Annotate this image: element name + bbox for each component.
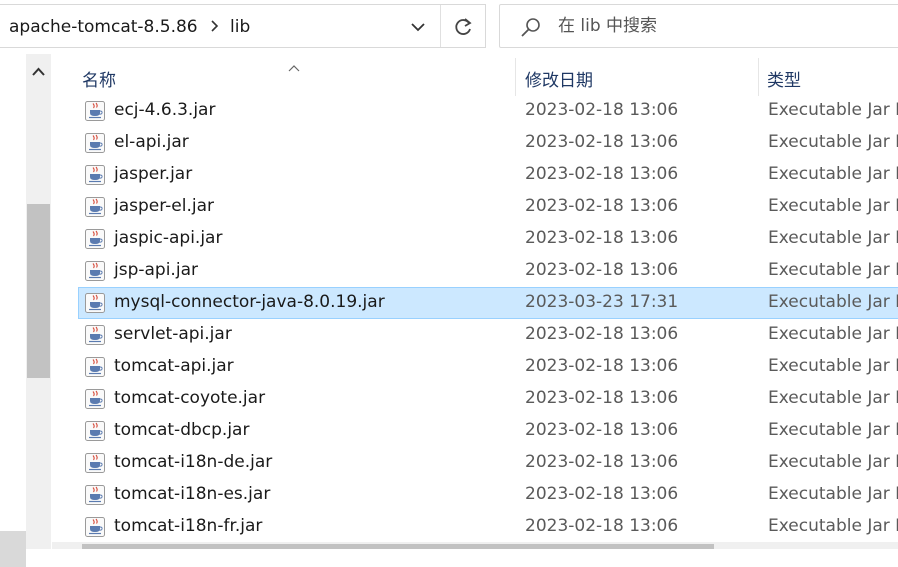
file-type: Executable Jar I: [768, 484, 898, 504]
file-name: tomcat-i18n-fr.jar: [114, 516, 263, 536]
java-jar-file-icon: [84, 516, 106, 538]
file-row[interactable]: ecj-4.6.3.jar 2023-02-18 13:06 Executabl…: [78, 95, 898, 127]
search-input[interactable]: [558, 5, 888, 47]
file-date: 2023-02-18 13:06: [525, 324, 679, 344]
java-jar-file-icon: [84, 164, 106, 186]
file-name: jaspic-api.jar: [114, 228, 223, 248]
file-row[interactable]: tomcat-i18n-de.jar 2023-02-18 13:06 Exec…: [78, 447, 898, 479]
file-date: 2023-02-18 13:06: [525, 164, 679, 184]
file-type: Executable Jar I: [768, 260, 898, 280]
java-jar-file-icon: [84, 324, 106, 346]
file-type: Executable Jar I: [768, 452, 898, 472]
file-type: Executable Jar I: [768, 324, 898, 344]
file-name: jsp-api.jar: [114, 260, 198, 280]
file-row[interactable]: tomcat-coyote.jar 2023-02-18 13:06 Execu…: [78, 383, 898, 415]
file-date: 2023-02-18 13:06: [525, 228, 679, 248]
file-row-selected[interactable]: mysql-connector-java-8.0.19.jar 2023-03-…: [78, 287, 898, 319]
java-jar-file-icon: [84, 132, 106, 154]
java-jar-file-icon: [84, 292, 106, 314]
file-type: Executable Jar I: [768, 388, 898, 408]
file-type: Executable Jar I: [768, 164, 898, 184]
file-name: jasper-el.jar: [114, 196, 214, 216]
file-type: Executable Jar I: [768, 196, 898, 216]
file-row[interactable]: jaspic-api.jar 2023-02-18 13:06 Executab…: [78, 223, 898, 255]
file-row[interactable]: servlet-api.jar 2023-02-18 13:06 Executa…: [78, 319, 898, 351]
file-name: tomcat-dbcp.jar: [114, 420, 250, 440]
file-date: 2023-02-18 13:06: [525, 420, 679, 440]
address-bar-divider: [440, 5, 441, 47]
column-headers: 名称 修改日期 类型: [52, 54, 898, 98]
java-jar-file-icon: [84, 484, 106, 506]
navigation-pane[interactable]: [0, 54, 26, 567]
file-name: tomcat-coyote.jar: [114, 388, 266, 408]
vertical-scrollbar-thumb[interactable]: [27, 204, 50, 378]
column-header-date[interactable]: 修改日期: [525, 66, 593, 91]
address-bar[interactable]: apache-tomcat-8.5.86 lib: [0, 4, 486, 48]
file-type: Executable Jar I: [768, 132, 898, 152]
file-date: 2023-02-18 13:06: [525, 260, 679, 280]
file-date: 2023-02-18 13:06: [525, 388, 679, 408]
chevron-right-icon[interactable]: [210, 18, 220, 38]
file-row[interactable]: tomcat-dbcp.jar 2023-02-18 13:06 Executa…: [78, 415, 898, 447]
file-row[interactable]: jasper-el.jar 2023-02-18 13:06 Executabl…: [78, 191, 898, 223]
file-type: Executable Jar I: [768, 516, 898, 536]
search-box[interactable]: [499, 4, 898, 48]
file-date: 2023-02-18 13:06: [525, 356, 679, 376]
file-name: servlet-api.jar: [114, 324, 232, 344]
file-name: tomcat-api.jar: [114, 356, 234, 376]
file-type: Executable Jar I: [768, 420, 898, 440]
navigation-selected-item[interactable]: [0, 531, 26, 567]
file-name: jasper.jar: [114, 164, 193, 184]
horizontal-scrollbar-thumb[interactable]: [82, 544, 714, 549]
file-type: Executable Jar I: [768, 292, 898, 312]
file-date: 2023-03-23 17:31: [525, 292, 679, 312]
file-row[interactable]: tomcat-i18n-fr.jar 2023-02-18 13:06 Exec…: [78, 511, 898, 543]
file-date: 2023-02-18 13:06: [525, 100, 679, 120]
file-date: 2023-02-18 13:06: [525, 196, 679, 216]
vertical-scrollbar[interactable]: [26, 54, 51, 549]
file-date: 2023-02-18 13:06: [525, 484, 679, 504]
file-date: 2023-02-18 13:06: [525, 452, 679, 472]
breadcrumb-lib[interactable]: lib: [230, 17, 250, 37]
chevron-down-icon[interactable]: [404, 16, 432, 38]
sort-ascending-icon: [288, 57, 300, 76]
file-type: Executable Jar I: [768, 356, 898, 376]
java-jar-file-icon: [84, 228, 106, 250]
file-date: 2023-02-18 13:06: [525, 516, 679, 536]
java-jar-file-icon: [84, 356, 106, 378]
search-icon: [520, 17, 542, 43]
file-name: el-api.jar: [114, 132, 189, 152]
file-name: tomcat-i18n-de.jar: [114, 452, 273, 472]
column-header-type[interactable]: 类型: [767, 66, 801, 91]
refresh-icon[interactable]: [448, 15, 478, 39]
file-name: mysql-connector-java-8.0.19.jar: [114, 292, 385, 312]
java-jar-file-icon: [84, 196, 106, 218]
java-jar-file-icon: [84, 260, 106, 282]
file-type: Executable Jar I: [768, 228, 898, 248]
horizontal-scrollbar[interactable]: [52, 542, 898, 549]
file-type: Executable Jar I: [768, 100, 898, 120]
file-row[interactable]: tomcat-api.jar 2023-02-18 13:06 Executab…: [78, 351, 898, 383]
java-jar-file-icon: [84, 420, 106, 442]
java-jar-file-icon: [84, 452, 106, 474]
file-name: ecj-4.6.3.jar: [114, 100, 216, 120]
column-divider[interactable]: [515, 58, 516, 96]
file-row[interactable]: jsp-api.jar 2023-02-18 13:06 Executable …: [78, 255, 898, 287]
file-name: tomcat-i18n-es.jar: [114, 484, 271, 504]
file-row[interactable]: jasper.jar 2023-02-18 13:06 Executable J…: [78, 159, 898, 191]
file-row[interactable]: tomcat-i18n-es.jar 2023-02-18 13:06 Exec…: [78, 479, 898, 511]
file-date: 2023-02-18 13:06: [525, 132, 679, 152]
column-divider[interactable]: [758, 58, 759, 96]
java-jar-file-icon: [84, 100, 106, 122]
scroll-up-icon[interactable]: [26, 60, 51, 84]
breadcrumb-apache-tomcat[interactable]: apache-tomcat-8.5.86: [9, 17, 198, 37]
java-jar-file-icon: [84, 388, 106, 410]
column-header-name[interactable]: 名称: [82, 66, 116, 91]
file-row[interactable]: el-api.jar 2023-02-18 13:06 Executable J…: [78, 127, 898, 159]
